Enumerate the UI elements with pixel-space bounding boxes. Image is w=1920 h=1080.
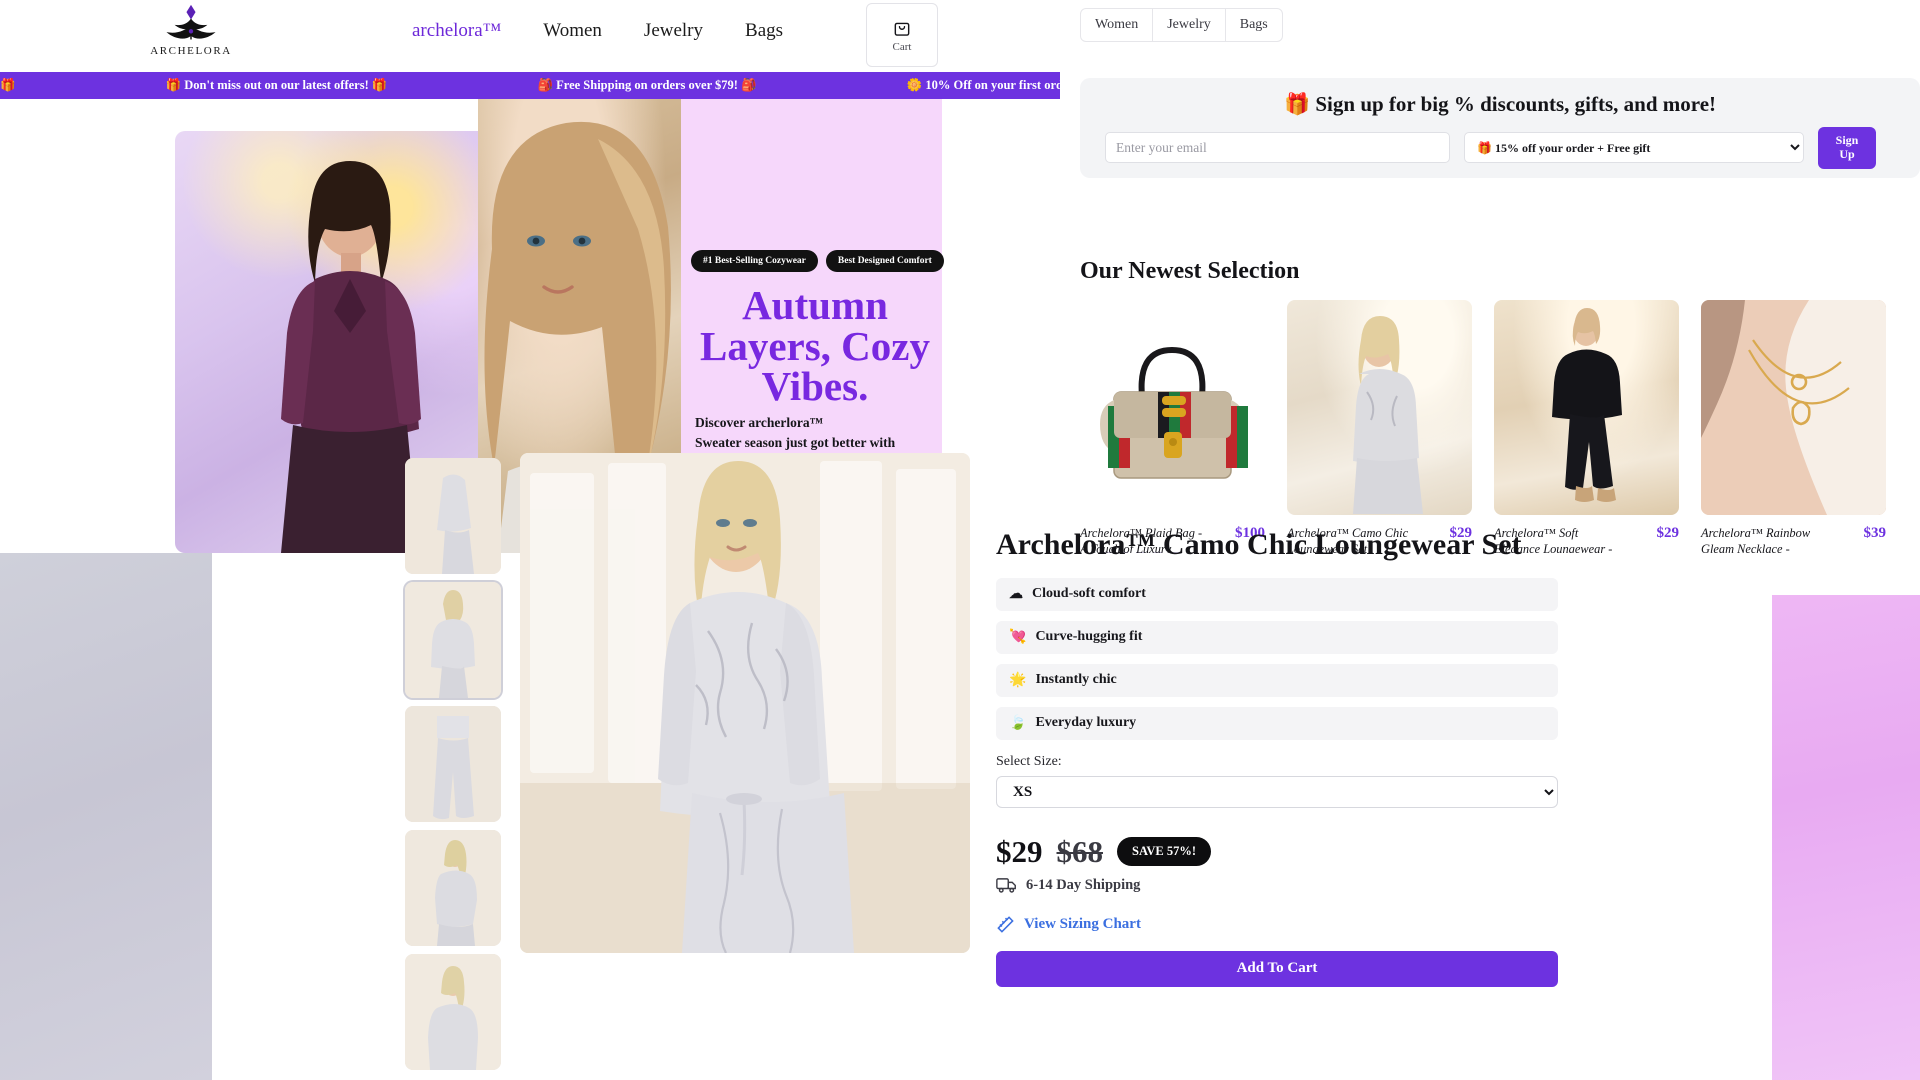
feature-row-everyday-luxury: 🍃 Everyday luxury xyxy=(996,706,1558,740)
feature-label: Cloud-soft comfort xyxy=(1032,586,1146,602)
promo-item: 🎁 xyxy=(0,78,16,92)
product-card[interactable]: Archelora™ Rainbow Gleam Necklace - Geom… xyxy=(1701,300,1886,593)
thumb-image-4 xyxy=(405,830,501,946)
tab-jewelry[interactable]: Jewelry xyxy=(1152,8,1226,42)
product-price: $39 xyxy=(1863,525,1887,541)
promo-item: 🌼 10% Off on your first order! 🌼 xyxy=(906,78,1060,92)
shopping-bag-icon xyxy=(894,22,910,36)
right-column-panel: Women Jewelry Bags 🎁 Sign up for big % d… xyxy=(1080,0,1920,600)
truck-icon xyxy=(996,878,1016,893)
black-set-model-illustration xyxy=(1552,308,1622,502)
promo-marquee: 🎁 🎁 Don't miss out on our latest offers!… xyxy=(0,72,1060,99)
main-product-photo[interactable] xyxy=(520,453,970,953)
left-gradient-panel xyxy=(0,553,212,1080)
hero-badge-comfort: Best Designed Comfort xyxy=(825,250,944,272)
thumb-image-1 xyxy=(405,458,501,574)
main-navigation: archelora™ Women Jewelry Bags xyxy=(412,20,783,42)
product-image-necklace xyxy=(1701,300,1886,515)
thumbnail-4[interactable] xyxy=(405,830,501,946)
thumb-image-3 xyxy=(405,706,501,822)
main-product-illustration xyxy=(520,453,970,953)
leaf-icon: 🍃 xyxy=(1009,715,1027,731)
right-gradient-panel xyxy=(1772,595,1920,1080)
ruler-icon xyxy=(997,915,1014,933)
promo-track: 🎁 🎁 Don't miss out on our latest offers!… xyxy=(0,78,1060,93)
thumb-image-5 xyxy=(405,954,501,1070)
product-image-handbag xyxy=(1080,300,1265,515)
hero-subtext-line1: Discover archerlora™ xyxy=(695,415,824,430)
shipping-text: 6-14 Day Shipping xyxy=(1026,876,1141,893)
signup-title: 🎁 Sign up for big % discounts, gifts, an… xyxy=(1283,92,1717,116)
add-to-cart-button[interactable]: Add To Cart xyxy=(996,950,1558,987)
archelora-crest-icon xyxy=(166,4,216,40)
brand-wordmark: ARCHELORA xyxy=(150,45,232,57)
hero-badges: #1 Best-Selling Cozywear Best Designed C… xyxy=(691,250,944,272)
brand-logo[interactable]: ARCHELORA xyxy=(148,4,234,66)
nav-item-women[interactable]: Women xyxy=(543,20,602,42)
hero-headline: Autumn Layers, Cozy Vibes. xyxy=(699,282,930,410)
product-price: $29 xyxy=(1656,525,1680,541)
nav-item-archelora[interactable]: archelora™ xyxy=(412,20,501,42)
size-label: Select Size: xyxy=(996,753,1062,769)
cloud-icon: ☁ xyxy=(1009,586,1023,602)
hero-subtext-line2: Sweater season just got better with xyxy=(695,434,896,450)
view-sizing-chart-link[interactable]: View Sizing Chart xyxy=(996,915,1558,934)
thumbnail-1[interactable] xyxy=(405,458,501,574)
camo-model-illustration xyxy=(1353,316,1423,514)
page-root: ARCHELORA archelora™ Women Jewelry Bags … xyxy=(0,0,1920,1080)
original-price: $68 xyxy=(1056,833,1104,869)
thumbnail-5[interactable] xyxy=(405,954,501,1070)
category-tabs: Women Jewelry Bags xyxy=(1080,8,1283,42)
thumbnail-3[interactable] xyxy=(405,706,501,822)
thumb-image-2 xyxy=(405,582,501,698)
cart-button[interactable]: Cart xyxy=(866,3,938,67)
sizing-link-text: View Sizing Chart xyxy=(1024,915,1141,932)
site-header: ARCHELORA archelora™ Women Jewelry Bags … xyxy=(0,0,1060,70)
nav-item-bags[interactable]: Bags xyxy=(745,20,783,42)
product-image-black-set xyxy=(1494,300,1679,515)
feature-label: Instantly chic xyxy=(1035,672,1117,688)
size-select[interactable]: XS xyxy=(996,775,1558,808)
nav-item-jewelry[interactable]: Jewelry xyxy=(644,20,703,42)
feature-label: Everyday luxury xyxy=(1035,715,1137,731)
email-input[interactable] xyxy=(1105,132,1450,163)
feature-row-instantly-chic: 🌟 Instantly chic xyxy=(996,663,1558,697)
feature-row-curve-hugging: 💘 Curve-hugging fit xyxy=(996,620,1558,654)
necklace-illustration xyxy=(1701,300,1886,515)
heart-icon: 💘 xyxy=(1009,629,1027,645)
section-title-newest: Our Newest Selection xyxy=(1080,258,1300,284)
hero-badge-bestselling: #1 Best-Selling Cozywear xyxy=(691,250,818,272)
signup-button-line1: Sign xyxy=(1835,133,1859,148)
sparkle-icon: 🌟 xyxy=(1009,672,1027,688)
save-badge: SAVE 57%! xyxy=(1117,837,1212,867)
product-detail-panel: Archelora™ Camo Chic Loungewear Set ☁ Cl… xyxy=(0,453,1920,1080)
tab-women[interactable]: Women xyxy=(1080,8,1154,42)
tab-bags[interactable]: Bags xyxy=(1224,8,1283,42)
product-detail-title: Archelora™ Camo Chic Loungewear Set xyxy=(996,528,1522,561)
product-image-camo-set xyxy=(1287,300,1472,515)
signup-button[interactable]: Sign Up xyxy=(1818,127,1876,169)
offer-select[interactable]: 🎁 15% off your order + Free gift xyxy=(1464,132,1804,163)
cart-label: Cart xyxy=(892,40,912,53)
handbag-illustration xyxy=(1100,346,1248,479)
feature-row-cloud-soft: ☁ Cloud-soft comfort xyxy=(996,577,1558,611)
feature-label: Curve-hugging fit xyxy=(1035,629,1143,645)
product-detail-column: Archelora™ Camo Chic Loungewear Set ☁ Cl… xyxy=(996,528,1558,987)
signup-form: 🎁 15% off your order + Free gift Sign Up xyxy=(1105,127,1876,169)
thumbnail-gallery xyxy=(405,458,501,1078)
newsletter-signup-card: 🎁 Sign up for big % discounts, gifts, an… xyxy=(1080,78,1920,178)
promo-item: 🎒 Free Shipping on orders over $79! 🎒 xyxy=(537,78,757,92)
thumbnail-2[interactable] xyxy=(405,582,501,698)
signup-button-line2: Up xyxy=(1839,147,1855,161)
promo-item: 🎁 Don't miss out on our latest offers! 🎁 xyxy=(165,78,388,92)
shipping-row: 6-14 Day Shipping xyxy=(996,877,1558,894)
current-price: $29 xyxy=(996,833,1043,869)
price-row: $29 $68 SAVE 57%! xyxy=(996,834,1558,870)
